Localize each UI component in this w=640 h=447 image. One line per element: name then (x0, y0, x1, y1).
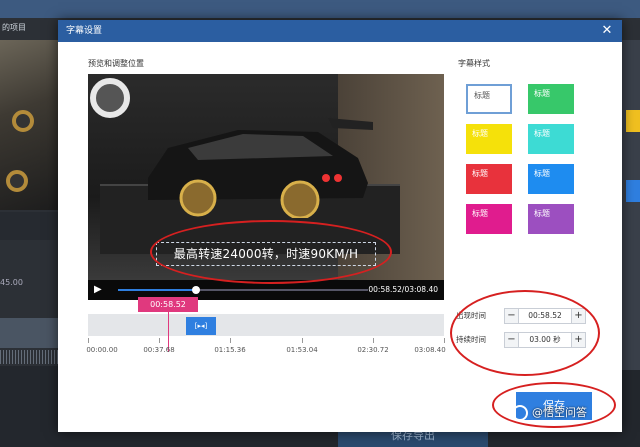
style-swatch-7[interactable]: 标题 (466, 204, 512, 234)
editor-top-bar (0, 0, 640, 18)
ruler-tick (444, 338, 445, 343)
background-video-track (0, 318, 58, 348)
ruler-tick-label: 00:00.00 (86, 346, 118, 354)
time-marker[interactable]: 00:58.52 (138, 297, 198, 312)
play-icon[interactable]: ▶ (94, 284, 106, 296)
style-swatch-1[interactable]: 标题 (466, 84, 512, 114)
dialog-title-bar: 字幕设置 ✕ (58, 20, 622, 42)
fan-image (90, 78, 130, 118)
style-swatch-label: 标题 (474, 91, 490, 100)
style-swatch-label: 标题 (534, 169, 550, 178)
playback-progress[interactable] (118, 286, 368, 294)
ruler-tick (302, 338, 303, 343)
ruler-tick (88, 338, 89, 343)
project-tab[interactable]: 的项目 (0, 22, 58, 36)
preview-label: 预览和调整位置 (88, 59, 144, 68)
subtitle-clip[interactable]: [▸◂] (186, 317, 216, 335)
ruler-tick-label: 03:08.40 (414, 346, 446, 354)
watermark: @悟空问答 (512, 398, 640, 428)
style-swatch-label: 标题 (534, 209, 550, 218)
rc-car-image (148, 118, 373, 218)
style-swatch-5[interactable]: 标题 (466, 164, 512, 194)
style-swatch-label: 标题 (472, 169, 488, 178)
ruler-tick-label: 00:37.68 (143, 346, 175, 354)
ruler-tick (373, 338, 374, 343)
progress-fill (118, 289, 196, 291)
watermark-text: @悟空问答 (532, 406, 587, 419)
background-player-controls (0, 212, 58, 240)
progress-knob[interactable] (191, 286, 200, 294)
style-swatch-label: 标题 (472, 129, 488, 138)
style-swatch-label: 标题 (534, 89, 550, 98)
style-swatch-3[interactable]: 标题 (466, 124, 512, 154)
ruler-tick (230, 338, 231, 343)
ruler-tick-label: 02:30.72 (357, 346, 389, 354)
annotation-circle-subtitle (150, 220, 392, 284)
dialog-title: 字幕设置 (66, 26, 103, 36)
player-time: 00:58.52/03:08.40 (368, 285, 438, 294)
style-swatch-4[interactable]: 标题 (528, 124, 574, 154)
background-audio-wave (0, 350, 58, 364)
close-icon[interactable]: ✕ (598, 22, 616, 40)
background-video-preview (0, 40, 58, 210)
style-swatch-label: 标题 (534, 129, 550, 138)
timeline-ruler: 00:00.00 00:37.68 01:15.36 01:53.04 02:30.72… (86, 338, 446, 358)
style-swatch-2[interactable]: 标题 (528, 84, 574, 114)
wukong-logo-icon (512, 405, 528, 421)
background-time: 45.00 (0, 278, 23, 287)
time-marker-label: 00:58.52 (150, 300, 186, 309)
style-swatch-label: 标题 (472, 209, 488, 218)
ruler-tick-label: 01:15.36 (214, 346, 246, 354)
subtitle-timeline-track[interactable] (88, 314, 444, 336)
style-label: 字幕样式 (458, 59, 490, 68)
ruler-tick-label: 01:53.04 (286, 346, 318, 354)
ruler-tick (159, 338, 160, 343)
annotation-circle-time-fields (450, 290, 600, 376)
style-swatch-8[interactable]: 标题 (528, 204, 574, 234)
style-swatch-6[interactable]: 标题 (528, 164, 574, 194)
